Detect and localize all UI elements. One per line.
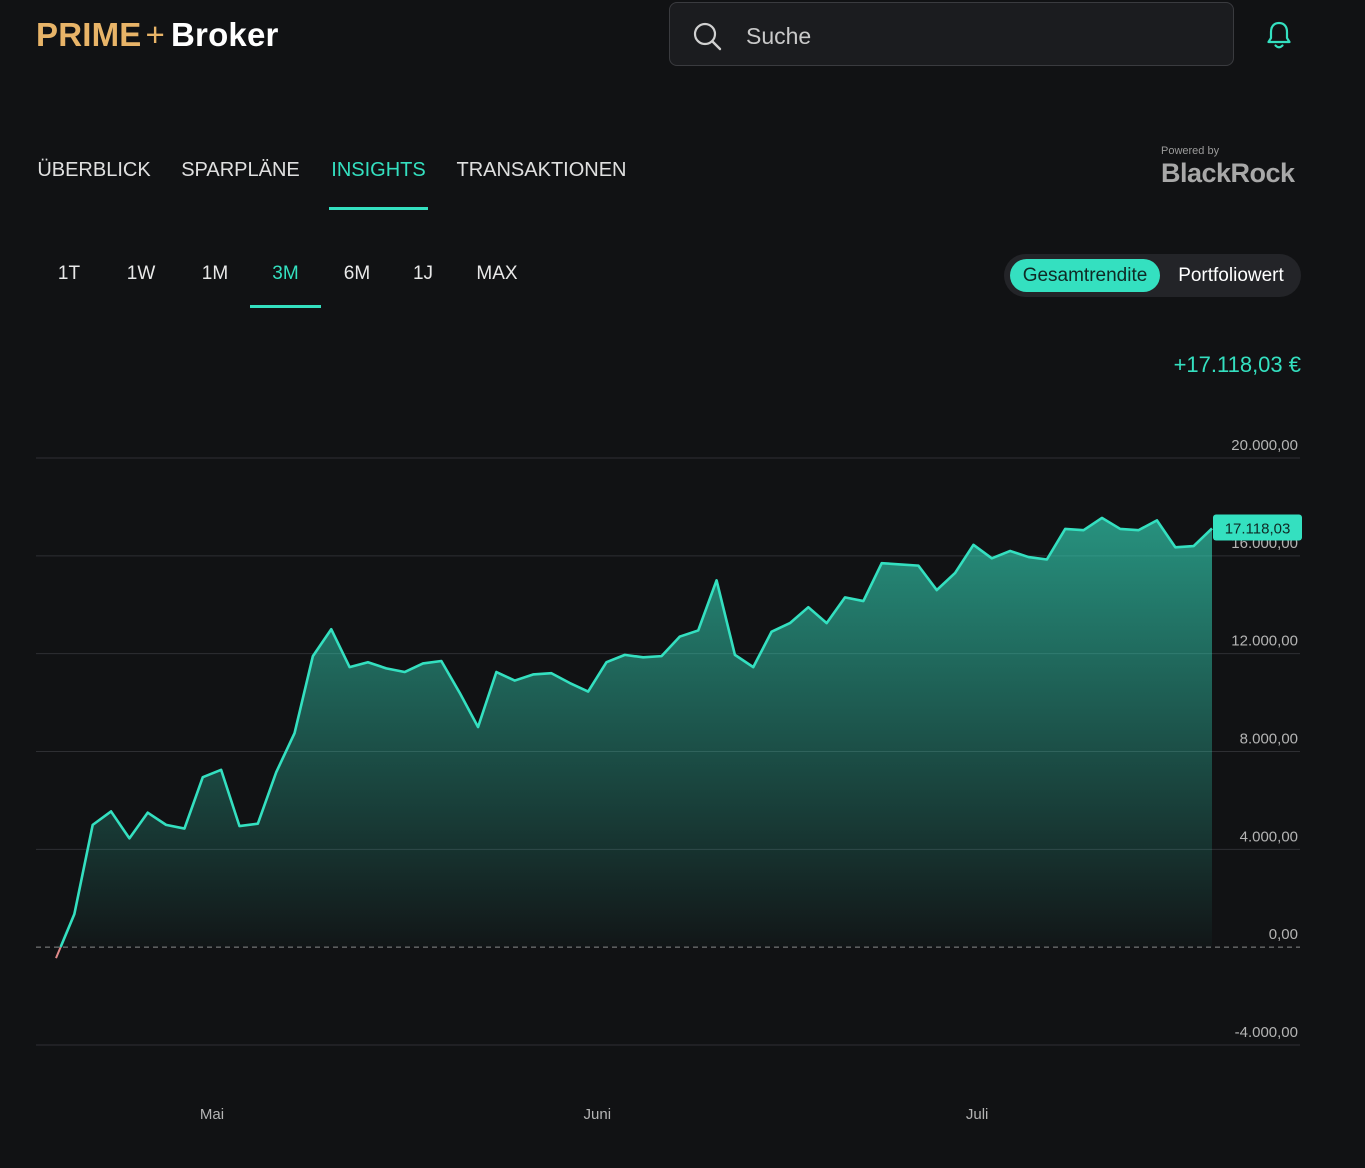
- y-tick-label: -4.000,00: [1235, 1024, 1298, 1041]
- range-3m[interactable]: 3M: [250, 250, 321, 308]
- page: PRIME+Broker ÜBERBLICK SPARPLÄNE INSIGHT…: [0, 0, 1365, 1168]
- y-tick-label: 20.000,00: [1231, 437, 1298, 454]
- x-tick-label: Mai: [200, 1106, 224, 1123]
- range-1m[interactable]: 1M: [186, 250, 244, 308]
- bell-icon[interactable]: [1263, 19, 1295, 51]
- range-1j[interactable]: 1J: [401, 250, 445, 308]
- search-input[interactable]: [744, 17, 1208, 55]
- logo-plus: +: [145, 16, 165, 53]
- y-tick-label: 0,00: [1269, 926, 1298, 943]
- logo-broker: Broker: [171, 16, 279, 53]
- search-box[interactable]: [669, 2, 1234, 66]
- x-tick-label: Juli: [966, 1106, 989, 1123]
- powered-by-label: Powered by: [1161, 145, 1220, 157]
- range-1t[interactable]: 1T: [44, 250, 94, 308]
- current-value-label: 17.118,03: [1225, 520, 1291, 537]
- tab-ueberblick[interactable]: ÜBERBLICK: [36, 140, 152, 210]
- logo-prime: PRIME: [36, 16, 142, 53]
- brand-logo[interactable]: PRIME + Broker: [36, 16, 279, 54]
- toggle-portfoliowert[interactable]: Portfoliowert: [1164, 259, 1298, 292]
- y-tick-label: 4.000,00: [1240, 828, 1298, 845]
- negative-segment: [55, 946, 62, 959]
- total-return-value: +17.118,03 €: [1173, 352, 1301, 377]
- current-value-tag: 17.118,03: [1213, 514, 1302, 541]
- x-tick-label: Juni: [584, 1106, 612, 1123]
- range-6m[interactable]: 6M: [329, 250, 385, 308]
- y-tick-label: 12.000,00: [1231, 633, 1298, 650]
- tab-sparplaene[interactable]: SPARPLÄNE: [178, 140, 303, 210]
- powered-by-badge: Powered by BlackRock: [1161, 145, 1295, 189]
- range-max[interactable]: MAX: [463, 250, 531, 308]
- return-chart[interactable]: 20.000,0016.000,0012.000,008.000,004.000…: [0, 420, 1365, 1140]
- y-tick-label: 8.000,00: [1240, 731, 1298, 748]
- range-1w[interactable]: 1W: [112, 250, 170, 308]
- tab-insights[interactable]: INSIGHTS: [329, 140, 428, 210]
- search-icon: [693, 22, 722, 51]
- view-toggle: Gesamtrendite Portfoliowert: [1004, 254, 1301, 297]
- blackrock-logo: BlackRock: [1161, 158, 1295, 188]
- toggle-gesamtrendite[interactable]: Gesamtrendite: [1010, 259, 1160, 292]
- return-area: [56, 517, 1212, 948]
- tab-transaktionen[interactable]: TRANSAKTIONEN: [454, 140, 629, 210]
